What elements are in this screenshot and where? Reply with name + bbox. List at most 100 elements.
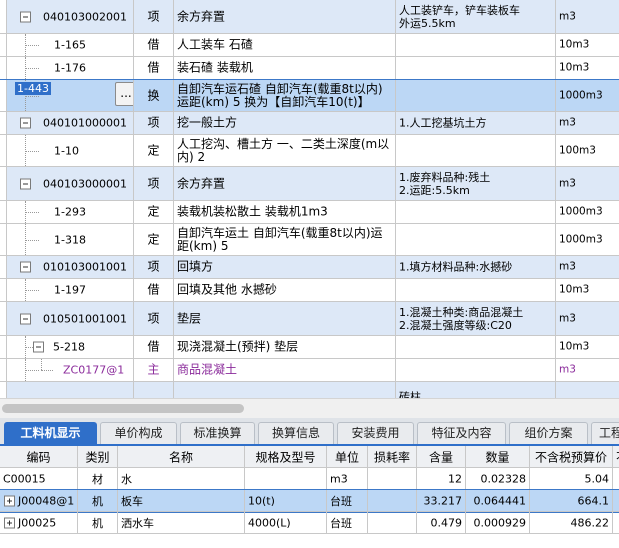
table-row[interactable]: 040103002001 项 余方弃置 人工装铲车，铲车装板车 外运5.5km m3 — [0, 0, 619, 34]
unit-cell[interactable]: 1000m3 — [556, 80, 619, 111]
unit-cell[interactable]: m3 — [556, 256, 619, 278]
code-cell[interactable]: 1-443... — [7, 80, 134, 111]
row-gutter[interactable] — [0, 80, 7, 111]
line-item-grid[interactable]: 040103002001 项余方弃置 人工装铲车，铲车装板车 外运5.5km m3 1-… — [0, 0, 619, 398]
table-cell[interactable]: 洒水车 — [118, 512, 245, 533]
table-row[interactable]: 010501001001 项 垫层 1.混凝土种类:商品混凝土 2.混凝土强度等级:C… — [0, 302, 619, 336]
column-header[interactable]: 损耗率 — [368, 446, 417, 467]
collapse-icon[interactable] — [33, 341, 44, 353]
table-cell[interactable] — [613, 468, 619, 489]
table-cell[interactable]: 台班 — [327, 490, 368, 511]
name-cell[interactable]: 现浇混凝土(预拌) 垫层 — [174, 336, 396, 358]
expand-icon[interactable] — [4, 517, 15, 528]
type-cell[interactable]: 项 — [134, 167, 174, 200]
code-cell[interactable] — [7, 382, 134, 398]
feature-cell[interactable] — [396, 135, 556, 166]
code-cell[interactable]: 1-10 — [7, 135, 134, 166]
table-cell[interactable]: 0.000929 — [466, 512, 530, 533]
table-cell[interactable]: 486.22 — [530, 512, 613, 533]
table-row[interactable]: J00048@1 机 板车 10(t) 台班 33.217 0.064441 664.1 — [0, 489, 619, 513]
column-header[interactable]: 类别 — [78, 446, 118, 467]
type-cell[interactable]: 借 — [134, 336, 174, 358]
unit-cell[interactable]: 1000m3 — [556, 224, 619, 255]
collapse-icon[interactable] — [20, 11, 31, 22]
row-gutter[interactable] — [0, 57, 7, 79]
code-cell[interactable]: 1-293 — [7, 201, 134, 223]
unit-cell[interactable]: m3 — [556, 112, 619, 134]
row-gutter[interactable] — [0, 135, 7, 166]
type-cell[interactable]: 项 — [134, 112, 174, 134]
tab-7[interactable]: 工程 — [591, 422, 619, 444]
name-cell[interactable]: 人工装车 石碴 — [174, 34, 396, 56]
tab-2[interactable]: 标准换算 — [180, 422, 255, 444]
row-gutter[interactable] — [0, 167, 7, 200]
tab-6[interactable]: 组价方案 — [509, 422, 588, 444]
table-cell[interactable]: m3 — [327, 468, 368, 489]
table-row[interactable]: 1-443... 换 自卸汽车运石碴 自卸汽车(载重8t以内) 运距(km) 5 换… — [0, 79, 619, 113]
code-cell[interactable]: ZC0177@1 — [7, 359, 134, 381]
table-row[interactable]: 1-293 定 装载机装松散土 装载机1m3 1000m3 — [0, 201, 619, 224]
feature-cell[interactable]: 人工装铲车，铲车装板车 外运5.5km — [396, 0, 556, 33]
table-row[interactable]: ZC0177@1 主 商品混凝土 m3 — [0, 359, 619, 382]
resource-grid[interactable]: 编码 类别 名称 规格及型号 单位损耗率 含量 数量 不含税预算价不 C00015 材 水 m3 12 0… — [0, 446, 619, 548]
unit-cell[interactable] — [556, 382, 619, 398]
code-cell[interactable]: 040103000001 — [7, 167, 134, 200]
table-cell[interactable]: 5.04 — [530, 468, 613, 489]
table-cell[interactable]: 10(t) — [245, 490, 327, 511]
unit-cell[interactable]: 10m3 — [556, 34, 619, 56]
name-cell[interactable]: 商品混凝土 — [174, 359, 396, 381]
type-cell[interactable]: 定 — [134, 135, 174, 166]
feature-cell[interactable]: 1.混凝土种类:商品混凝土 2.混凝土强度等级:C20 — [396, 302, 556, 335]
expand-icon[interactable] — [4, 495, 15, 506]
feature-cell[interactable] — [396, 34, 556, 56]
row-gutter[interactable] — [0, 34, 7, 56]
code-cell[interactable]: 010103001001 — [7, 256, 134, 278]
tab-0[interactable]: 工料机显示 — [4, 422, 97, 444]
unit-cell[interactable]: 10m3 — [556, 279, 619, 301]
name-cell[interactable]: 自卸汽车运石碴 自卸汽车(载重8t以内) 运距(km) 5 换为【自卸汽车10(… — [174, 80, 396, 111]
code-cell[interactable]: 1-197 — [7, 279, 134, 301]
table-row[interactable]: 1-176 借 装石碴 装载机 10m3 — [0, 57, 619, 80]
type-cell[interactable] — [134, 382, 174, 398]
table-cell[interactable]: 台班 — [327, 512, 368, 533]
type-cell[interactable]: 换 — [134, 80, 174, 111]
feature-cell[interactable]: 1.废弃料品种:残土 2.运距:5.5km — [396, 167, 556, 200]
row-gutter[interactable] — [0, 0, 7, 33]
name-cell[interactable] — [174, 382, 396, 398]
name-cell[interactable]: 挖一般土方 — [174, 112, 396, 134]
row-gutter[interactable] — [0, 256, 7, 278]
table-row[interactable]: 1-165 借 人工装车 石碴 10m3 — [0, 34, 619, 57]
unit-cell[interactable]: m3 — [556, 0, 619, 33]
row-gutter[interactable] — [0, 224, 7, 255]
table-cell[interactable]: 材 — [78, 468, 118, 489]
feature-cell[interactable] — [396, 224, 556, 255]
feature-cell[interactable] — [396, 336, 556, 358]
collapse-icon[interactable] — [20, 313, 31, 324]
table-cell[interactable]: 33.217 — [417, 490, 466, 511]
column-header[interactable]: 含量 — [417, 446, 466, 467]
lookup-button[interactable]: ... — [115, 82, 133, 106]
type-cell[interactable]: 借 — [134, 279, 174, 301]
table-cell[interactable]: 0.479 — [417, 512, 466, 533]
unit-cell[interactable]: m3 — [556, 167, 619, 200]
table-cell[interactable]: J00025 — [0, 512, 78, 533]
tab-4[interactable]: 安装费用 — [337, 422, 414, 444]
code-cell[interactable]: 010501001001 — [7, 302, 134, 335]
row-gutter[interactable] — [0, 279, 7, 301]
table-row[interactable]: 040103000001 项 余方弃置 1.废弃料品种:残土 2.运距:5.5km m3 — [0, 167, 619, 201]
column-header[interactable]: 名称 — [118, 446, 245, 467]
column-header[interactable]: 不 — [613, 446, 619, 467]
name-cell[interactable]: 自卸汽车运土 自卸汽车(载重8t以内)运 距(km) 5 — [174, 224, 396, 255]
unit-cell[interactable]: 10m3 — [556, 336, 619, 358]
feature-cell[interactable] — [396, 80, 556, 111]
unit-cell[interactable]: 100m3 — [556, 135, 619, 166]
feature-cell[interactable]: 1.人工挖基坑土方 — [396, 112, 556, 134]
feature-cell[interactable] — [396, 359, 556, 381]
name-cell[interactable]: 余方弃置 — [174, 167, 396, 200]
type-cell[interactable]: 定 — [134, 224, 174, 255]
type-cell[interactable]: 项 — [134, 302, 174, 335]
table-cell[interactable] — [613, 512, 619, 533]
code-cell[interactable]: 1-318 — [7, 224, 134, 255]
table-cell[interactable]: 水 — [118, 468, 245, 489]
unit-cell[interactable]: 10m3 — [556, 57, 619, 79]
